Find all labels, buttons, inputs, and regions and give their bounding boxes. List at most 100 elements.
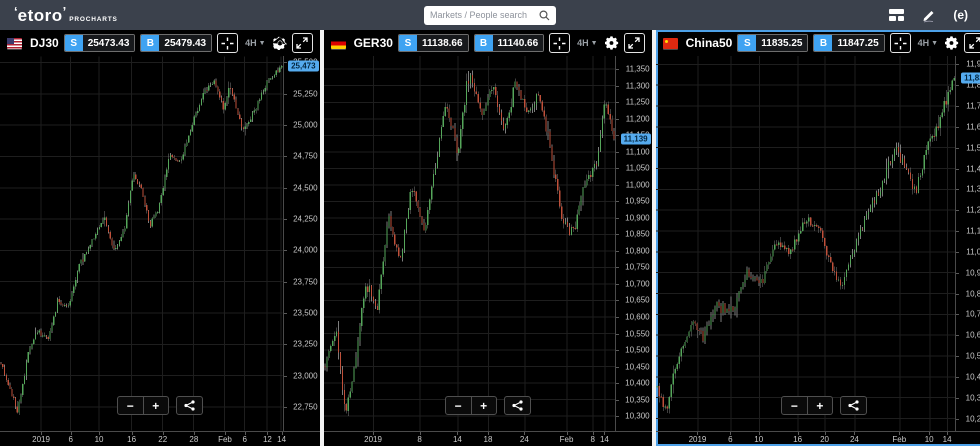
chart-area[interactable]: 25,50025,25025,00024,75024,50024,25024,0… xyxy=(0,56,320,446)
time-tick-label: 10 xyxy=(95,435,104,444)
instrument-name[interactable]: DJ30 xyxy=(30,36,59,50)
price-tick-mark xyxy=(956,419,959,420)
chart-area[interactable]: 11,90011,80011,70011,60011,50011,40011,3… xyxy=(656,56,980,446)
time-axis[interactable]: 20198141824Feb814 xyxy=(324,431,652,446)
current-price-tag: 25,473 xyxy=(288,60,318,71)
instrument-name[interactable]: GER30 xyxy=(354,36,393,50)
search-box[interactable] xyxy=(424,6,556,25)
zoom-out-button[interactable]: − xyxy=(782,397,807,414)
time-tick-label: Feb xyxy=(218,435,232,444)
price-axis[interactable]: 25,50025,25025,00024,75024,50024,25024,0… xyxy=(283,56,320,431)
instrument-name[interactable]: China50 xyxy=(686,36,733,50)
time-axis[interactable]: 2019610162228Feb61214 xyxy=(0,431,320,446)
price-tick-label: 10,500 xyxy=(966,352,980,361)
time-tick-label: 10 xyxy=(754,435,763,444)
price-tick-mark xyxy=(616,251,619,252)
buy-quote-button[interactable]: B 11140.66 xyxy=(474,34,545,52)
time-tick-label: Feb xyxy=(892,435,906,444)
price-tick-label: 10,500 xyxy=(625,346,649,355)
price-tick-label: 24,500 xyxy=(293,183,317,192)
charts-grid: DJ30 S 25473.43 B 25479.43 4H ▼ xyxy=(0,30,980,446)
etoro-logo[interactable]: ‘etoro’ PROCHARTS xyxy=(14,7,118,24)
price-tick-mark xyxy=(616,400,619,401)
settings-gear-button[interactable] xyxy=(273,36,287,50)
timeframe-dropdown[interactable]: 4H ▼ xyxy=(916,38,940,48)
price-tick-mark xyxy=(956,335,959,336)
zoom-in-button[interactable]: + xyxy=(807,397,832,414)
price-tick-mark xyxy=(284,94,287,95)
price-tick-mark xyxy=(956,294,959,295)
expand-fullscreen-button[interactable] xyxy=(624,33,645,53)
time-tick-label: 14 xyxy=(943,435,952,444)
layout-grid-icon[interactable] xyxy=(889,9,904,21)
draw-pencil-icon[interactable] xyxy=(921,8,936,23)
chart-panel-dj30: DJ30 S 25473.43 B 25479.43 4H ▼ xyxy=(0,30,320,446)
price-tick-mark xyxy=(616,300,619,301)
share-icon xyxy=(848,400,859,411)
sell-quote-button[interactable]: S 11138.66 xyxy=(398,34,469,52)
candlestick-svg xyxy=(656,56,955,431)
time-tick-label: 8 xyxy=(417,435,421,444)
crosshair-button[interactable] xyxy=(890,33,911,53)
chevron-down-icon: ▼ xyxy=(591,40,598,47)
share-button[interactable] xyxy=(176,396,203,415)
price-tick-label: 10,600 xyxy=(625,313,649,322)
price-tick-label: 10,200 xyxy=(966,414,980,423)
settings-gear-button[interactable] xyxy=(945,36,959,50)
current-price-tag: 11,835 xyxy=(961,72,980,83)
price-tick-mark xyxy=(616,234,619,235)
price-tick-mark xyxy=(956,356,959,357)
china-flag-icon xyxy=(663,38,678,49)
time-tick-label: 16 xyxy=(127,435,136,444)
price-tick-mark xyxy=(956,377,959,378)
price-tick-mark xyxy=(616,152,619,153)
expand-icon xyxy=(296,37,308,49)
time-tick-label: 12 xyxy=(263,435,272,444)
share-button[interactable] xyxy=(504,396,531,415)
candlestick-plot[interactable] xyxy=(656,56,955,431)
price-tick-label: 24,000 xyxy=(293,246,317,255)
crosshair-button[interactable] xyxy=(549,33,570,53)
buy-quote-button[interactable]: B 11847.25 xyxy=(813,34,884,52)
timeframe-dropdown[interactable]: 4H ▼ xyxy=(575,38,599,48)
time-tick-label: 28 xyxy=(189,435,198,444)
candlestick-plot[interactable] xyxy=(324,56,615,431)
time-tick-label: 16 xyxy=(793,435,802,444)
time-axis[interactable]: 2019610162024Feb1014 xyxy=(656,431,980,446)
price-tick-label: 10,400 xyxy=(966,372,980,381)
price-tick-label: 25,000 xyxy=(293,120,317,129)
price-tick-label: 10,350 xyxy=(625,395,649,404)
price-tick-mark xyxy=(956,273,959,274)
buy-quote-button[interactable]: B 25479.43 xyxy=(140,34,212,52)
price-tick-mark xyxy=(616,416,619,417)
share-button[interactable] xyxy=(840,396,867,415)
time-tick-label: 14 xyxy=(600,435,609,444)
search-input[interactable] xyxy=(430,10,539,20)
price-tick-label: 10,850 xyxy=(625,230,649,239)
candlestick-plot[interactable] xyxy=(0,56,283,431)
current-price-tag: 11,139 xyxy=(621,133,651,144)
price-tick-mark xyxy=(956,210,959,211)
etoro-e-icon[interactable]: (e) xyxy=(953,8,968,22)
price-tick-label: 23,750 xyxy=(293,277,317,286)
crosshair-button[interactable] xyxy=(217,33,238,53)
price-axis[interactable]: 11,90011,80011,70011,60011,50011,40011,3… xyxy=(955,56,980,431)
zoom-out-button[interactable]: − xyxy=(446,397,471,414)
zoom-out-button[interactable]: − xyxy=(118,397,143,414)
zoom-in-button[interactable]: + xyxy=(143,397,168,414)
price-axis[interactable]: 11,35011,30011,25011,20011,15011,10011,0… xyxy=(615,56,652,431)
expand-fullscreen-button[interactable] xyxy=(292,33,313,53)
timeframe-dropdown[interactable]: 4H ▼ xyxy=(243,38,267,48)
buy-price: 11140.66 xyxy=(493,35,544,51)
sell-quote-button[interactable]: S 11835.25 xyxy=(737,34,808,52)
crosshair-icon xyxy=(894,37,907,50)
chart-area[interactable]: 11,35011,30011,25011,20011,15011,10011,0… xyxy=(324,56,652,446)
zoom-in-button[interactable]: + xyxy=(471,397,496,414)
price-tick-label: 11,050 xyxy=(626,164,650,173)
time-tick-label: 24 xyxy=(850,435,859,444)
price-tick-label: 23,250 xyxy=(293,340,317,349)
expand-fullscreen-button[interactable] xyxy=(964,33,980,53)
price-tick-label: 11,200 xyxy=(626,114,650,123)
sell-quote-button[interactable]: S 25473.43 xyxy=(64,34,136,52)
settings-gear-button[interactable] xyxy=(605,36,619,50)
